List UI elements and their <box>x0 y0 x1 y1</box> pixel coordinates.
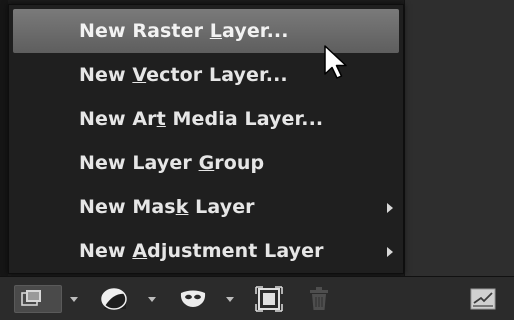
menu-item-new-art-media-layer[interactable]: New Art Media Layer... <box>9 97 403 141</box>
trash-icon <box>310 287 328 310</box>
submenu-arrow-icon <box>387 203 393 213</box>
mask-button[interactable] <box>176 285 210 313</box>
new-layer-dropdown-icon[interactable] <box>70 297 78 302</box>
reference-button[interactable] <box>252 285 286 313</box>
menu-item-new-layer-group[interactable]: New Layer Group <box>9 141 403 185</box>
layer-properties-button[interactable] <box>466 285 500 313</box>
adjustment-dropdown-icon[interactable] <box>148 297 156 302</box>
menu-item-new-mask-layer[interactable]: New Mask Layer <box>9 185 403 229</box>
mask-icon <box>180 290 206 307</box>
menu-item-label: New Mask Layer <box>79 196 255 218</box>
layer-properties-icon <box>470 288 496 310</box>
app-window: New Raster Layer... New Vector Layer... … <box>0 0 514 320</box>
new-layer-icon <box>21 290 41 306</box>
menu-item-label: New Art Media Layer... <box>79 108 324 130</box>
delete-layer-button[interactable] <box>304 285 334 313</box>
menu-item-label: New Vector Layer... <box>79 64 288 86</box>
menu-item-label: New Adjustment Layer <box>79 240 324 262</box>
adjustment-button[interactable] <box>98 285 132 313</box>
reference-icon <box>255 286 283 312</box>
menu-item-label: New Layer Group <box>79 152 265 174</box>
left-edge <box>0 0 8 276</box>
canvas-area <box>404 0 514 276</box>
menu-item-label: New Raster Layer... <box>79 20 289 42</box>
new-layer-button[interactable] <box>14 285 62 313</box>
adjustment-icon <box>101 288 127 310</box>
mouse-pointer-icon <box>324 45 347 79</box>
menu-item-new-adjustment-layer[interactable]: New Adjustment Layer <box>9 229 403 273</box>
layers-toolbar <box>0 276 514 320</box>
mask-dropdown-icon[interactable] <box>226 297 234 302</box>
submenu-arrow-icon <box>387 247 393 257</box>
